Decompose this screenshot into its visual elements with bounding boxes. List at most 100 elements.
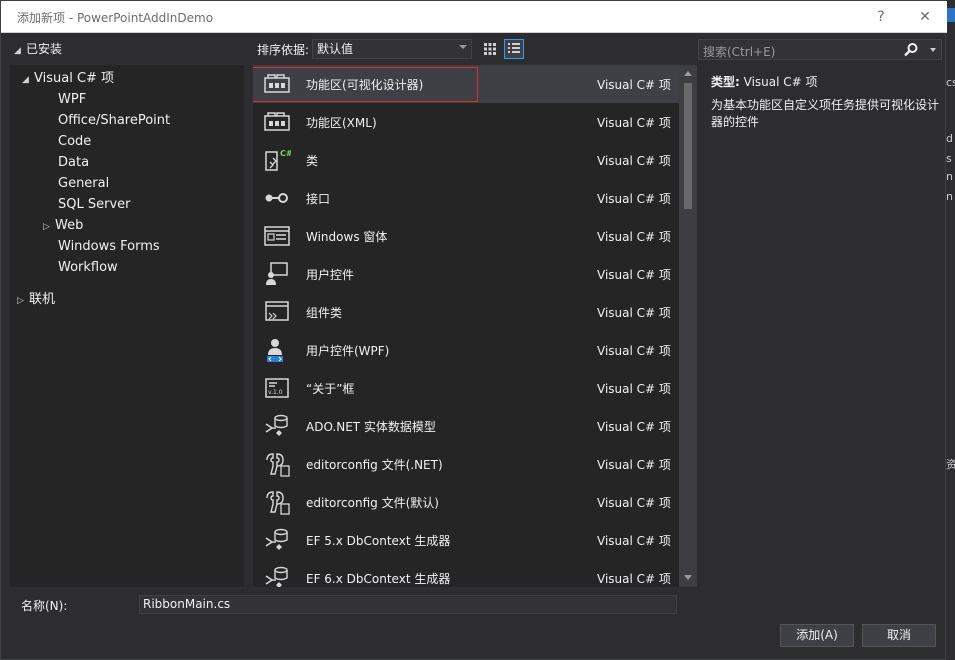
add-new-item-dialog: 添加新项 - PowerPointAddInDemo ? ✕ ◢ 已安装 ◢ Vis… xyxy=(0,0,947,660)
template-language: Visual C# 项 xyxy=(597,534,671,548)
background-accent-mark xyxy=(947,8,955,22)
help-button[interactable]: ? xyxy=(871,7,891,27)
template-row[interactable]: 功能区(XML) Visual C# 项 xyxy=(253,103,679,141)
name-input[interactable]: RibbonMain.cs xyxy=(139,595,677,614)
tree-item-sql-server[interactable]: SQL Server xyxy=(58,195,131,215)
details-type-label: 类型: xyxy=(711,75,740,89)
template-row[interactable]: EF 6.x DbContext 生成器 Visual C# 项 xyxy=(253,559,679,587)
grid-view-icon xyxy=(484,43,496,55)
title-bar[interactable]: 添加新项 - PowerPointAddInDemo ? ✕ xyxy=(1,1,947,33)
component-class-icon xyxy=(265,301,289,321)
details-type-value: Visual C# 项 xyxy=(743,75,818,89)
about-box-icon: v.1.0 xyxy=(265,378,289,398)
background-text: n xyxy=(946,190,953,203)
template-name: 功能区(可视化设计器) xyxy=(306,78,424,92)
name-label: 名称(N): xyxy=(21,599,68,613)
user-control-icon xyxy=(266,262,288,285)
cancel-button[interactable]: 取消 xyxy=(862,624,936,647)
add-button[interactable]: 添加(A) xyxy=(780,624,854,647)
background-text: n xyxy=(946,170,953,183)
installed-header[interactable]: ◢ 已安装 xyxy=(14,40,62,57)
template-row[interactable]: 用户控件 Visual C# 项 xyxy=(253,255,679,293)
installed-label: 已安装 xyxy=(26,42,63,56)
template-row[interactable]: 用户控件(WPF) Visual C# 项 xyxy=(253,331,679,369)
template-name: 组件类 xyxy=(306,306,343,320)
data-model-icon xyxy=(265,414,288,436)
template-name: editorconfig 文件(.NET) xyxy=(306,458,443,472)
tree-item-label: Web xyxy=(55,218,84,233)
template-name: 用户控件 xyxy=(306,268,355,282)
template-language: Visual C# 项 xyxy=(597,572,671,586)
close-button[interactable]: ✕ xyxy=(915,7,935,27)
search-options-caret-icon[interactable] xyxy=(930,48,936,52)
background-text: 资 xyxy=(946,458,955,471)
grid-view-button[interactable] xyxy=(480,39,500,59)
template-row[interactable]: Windows 窗体 Visual C# 项 xyxy=(253,217,679,255)
template-name: Windows 窗体 xyxy=(306,230,388,244)
template-language: Visual C# 项 xyxy=(597,458,671,472)
dbcontext-generator-icon xyxy=(265,566,288,587)
ribbon-icon xyxy=(264,74,290,93)
template-name: 用户控件(WPF) xyxy=(306,344,390,358)
collapsed-triangle-icon: ▷ xyxy=(17,296,24,306)
scrollbar-thumb[interactable] xyxy=(684,83,692,209)
template-language: Visual C# 项 xyxy=(597,230,671,244)
template-row[interactable]: 功能区(可视化设计器) Visual C# 项 xyxy=(253,65,679,103)
expanded-triangle-icon: ◢ xyxy=(22,75,29,85)
tree-item-visual-csharp[interactable]: ◢ Visual C# 项 xyxy=(22,69,114,89)
template-language: Visual C# 项 xyxy=(597,344,671,358)
search-placeholder: 搜索(Ctrl+E) xyxy=(703,45,776,59)
template-row[interactable]: EF 5.x DbContext 生成器 Visual C# 项 xyxy=(253,521,679,559)
template-row[interactable]: 组件类 Visual C# 项 xyxy=(253,293,679,331)
template-language: Visual C# 项 xyxy=(597,496,671,510)
tree-item-data[interactable]: Data xyxy=(58,153,89,173)
tree-item-wpf[interactable]: WPF xyxy=(58,90,86,110)
search-icon[interactable] xyxy=(903,42,919,58)
template-language: Visual C# 项 xyxy=(597,420,671,434)
tree-item-online[interactable]: ▷ 联机 xyxy=(17,290,55,310)
template-name: 接口 xyxy=(306,192,331,206)
class-icon: C# xyxy=(265,149,291,171)
template-row[interactable]: v.1.0 “关于”框 Visual C# 项 xyxy=(253,369,679,407)
template-name: EF 6.x DbContext 生成器 xyxy=(306,572,451,586)
template-row[interactable]: editorconfig 文件(.NET) Visual C# 项 xyxy=(253,445,679,483)
tree-item-web[interactable]: ▷ Web xyxy=(43,216,83,236)
ribbon-icon xyxy=(264,112,290,131)
expanded-triangle-icon: ◢ xyxy=(14,46,21,56)
tree-item-windows-forms[interactable]: Windows Forms xyxy=(58,237,160,257)
background-text: d xyxy=(946,132,953,145)
template-list: 功能区(可视化设计器) Visual C# 项 功能区(XML) Visual … xyxy=(253,65,679,587)
category-tree: ◢ Visual C# 项 WPF Office/SharePoint Code … xyxy=(10,65,244,587)
list-view-icon xyxy=(508,43,520,53)
template-name: “关于”框 xyxy=(306,382,355,396)
template-language: Visual C# 项 xyxy=(597,116,671,130)
template-row[interactable]: editorconfig 文件(默认) Visual C# 项 xyxy=(253,483,679,521)
svg-text:C#: C# xyxy=(280,149,291,158)
template-language: Visual C# 项 xyxy=(597,306,671,320)
template-row[interactable]: C# 类 Visual C# 项 xyxy=(253,141,679,179)
template-row[interactable]: 接口 Visual C# 项 xyxy=(253,179,679,217)
scroll-up-arrow-icon[interactable] xyxy=(684,71,692,76)
tree-item-code[interactable]: Code xyxy=(58,132,91,152)
tree-item-label: 联机 xyxy=(29,292,56,307)
template-language: Visual C# 项 xyxy=(597,268,671,282)
template-name: EF 5.x DbContext 生成器 xyxy=(306,534,451,548)
template-list-scrollbar[interactable] xyxy=(679,65,697,587)
scroll-down-arrow-icon[interactable] xyxy=(684,575,692,580)
dbcontext-generator-icon xyxy=(265,528,288,550)
template-name: 功能区(XML) xyxy=(306,116,377,130)
tree-item-general[interactable]: General xyxy=(58,174,109,194)
tree-item-office-sharepoint[interactable]: Office/SharePoint xyxy=(58,111,170,131)
template-language: Visual C# 项 xyxy=(597,192,671,206)
sort-value: 默认值 xyxy=(317,42,354,56)
sort-dropdown[interactable]: 默认值 xyxy=(312,39,472,59)
template-language: Visual C# 项 xyxy=(597,382,671,396)
template-row[interactable]: ADO.NET 实体数据模型 Visual C# 项 xyxy=(253,407,679,445)
template-name: editorconfig 文件(默认) xyxy=(306,496,439,510)
tree-item-label: Visual C# 项 xyxy=(34,71,115,86)
tree-item-workflow[interactable]: Workflow xyxy=(58,258,118,278)
list-view-button[interactable] xyxy=(504,39,524,59)
search-box[interactable]: 搜索(Ctrl+E) xyxy=(698,39,942,60)
chevron-down-icon xyxy=(459,45,467,49)
windows-form-icon xyxy=(264,226,290,246)
